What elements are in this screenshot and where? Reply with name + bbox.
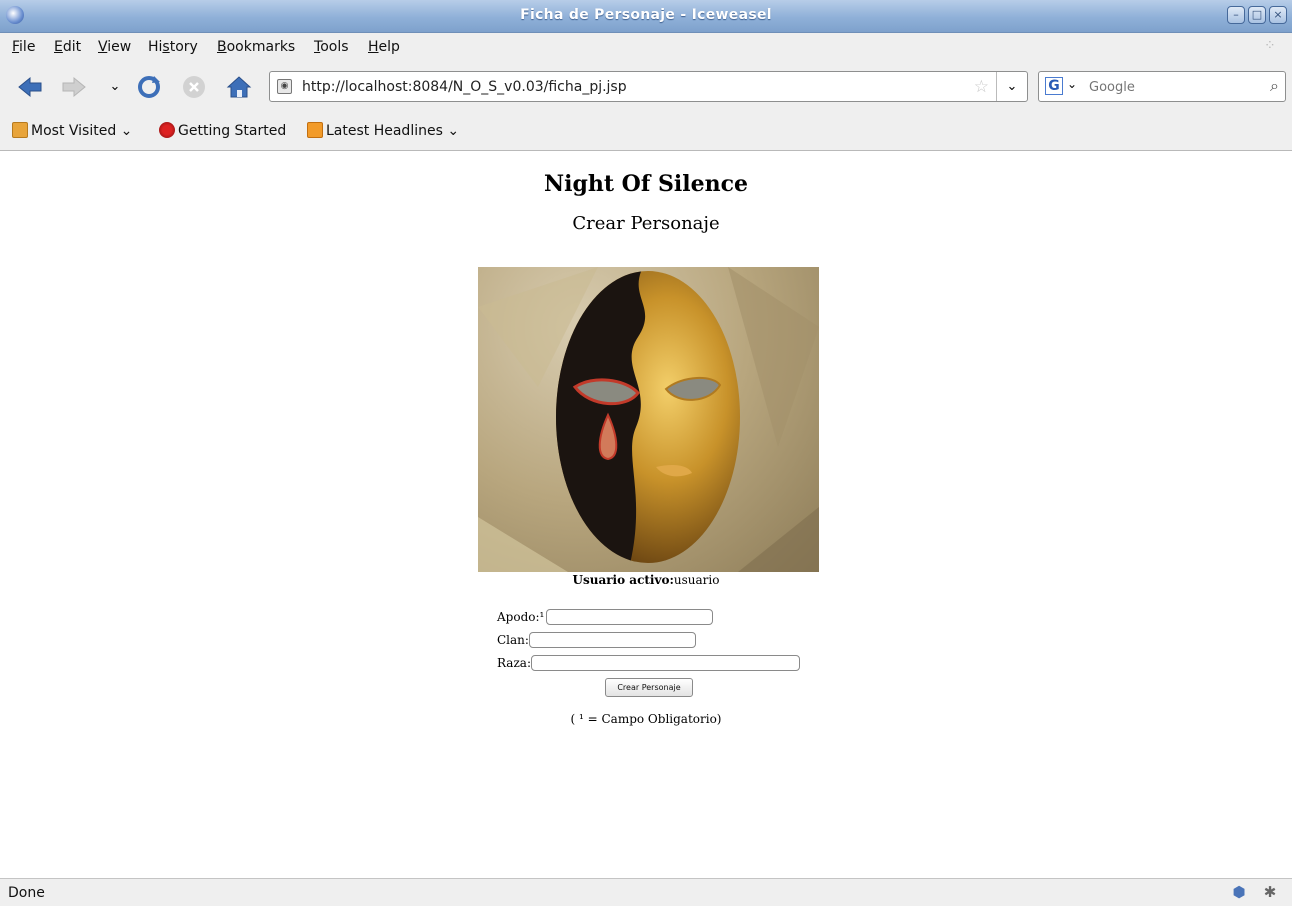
crear-personaje-button[interactable]: Crear Personaje <box>605 678 693 697</box>
bug-icon[interactable]: ✱ <box>1262 884 1278 900</box>
page-title: Night Of Silence <box>544 171 748 197</box>
apodo-input[interactable] <box>546 609 713 625</box>
home-button[interactable] <box>226 74 252 100</box>
apodo-row: Apodo:¹ <box>497 610 544 624</box>
window-title: Ficha de Personaje - Iceweasel <box>520 7 772 23</box>
bookmark-latest-headlines[interactable]: Latest Headlines ⌄ <box>307 122 459 139</box>
url-text[interactable]: http://localhost:8084/N_O_S_v0.03/ficha_… <box>302 79 627 95</box>
mask-image <box>478 267 819 572</box>
forward-arrow-icon <box>62 76 86 98</box>
url-dropdown-icon[interactable]: ⌄ <box>996 72 1027 101</box>
window-title-bar: Ficha de Personaje - Iceweasel – □ × <box>0 0 1292 33</box>
bookmark-getting-started[interactable]: Getting Started <box>159 122 286 139</box>
page-subtitle: Crear Personaje <box>572 213 720 234</box>
forward-button[interactable] <box>61 74 87 100</box>
folder-icon <box>12 122 28 138</box>
back-arrow-icon <box>18 76 42 98</box>
throbber-icon: ⁘ <box>1264 38 1276 54</box>
bookmark-most-visited[interactable]: Most Visited ⌄ <box>12 122 132 139</box>
raza-row: Raza: <box>497 656 531 670</box>
engine-dropdown-icon[interactable]: ⌄ <box>1067 77 1077 91</box>
reload-button[interactable] <box>136 74 162 100</box>
addon-cube-icon[interactable]: ⬢ <box>1231 884 1247 900</box>
stop-icon <box>183 76 205 98</box>
home-icon <box>226 76 252 98</box>
required-footnote: ( ¹ = Campo Obligatorio) <box>570 712 722 726</box>
clan-label: Clan: <box>497 633 529 647</box>
active-user-value: usuario <box>673 573 720 587</box>
raza-input[interactable] <box>531 655 800 671</box>
back-button[interactable] <box>17 74 43 100</box>
maximize-button[interactable]: □ <box>1248 6 1266 24</box>
menu-bookmarks[interactable]: Bookmarks <box>217 39 295 55</box>
active-user-label: Usuario activo: <box>572 573 674 587</box>
apodo-label: Apodo: <box>497 610 540 624</box>
raza-label: Raza: <box>497 656 531 670</box>
history-dropdown-icon[interactable]: ⌄ <box>102 74 128 100</box>
rss-feed-icon <box>307 122 323 138</box>
required-mark: ¹ <box>539 610 545 624</box>
search-magnifier-icon[interactable]: ⌕ <box>1270 76 1279 96</box>
menu-bar: File Edit View History Bookmarks Tools H… <box>0 33 1292 60</box>
clan-input[interactable] <box>529 632 696 648</box>
search-input[interactable] <box>1087 76 1251 98</box>
address-bar[interactable]: ◉ http://localhost:8084/N_O_S_v0.03/fich… <box>269 71 1028 102</box>
menu-edit[interactable]: Edit <box>54 39 81 55</box>
site-identity-icon[interactable]: ◉ <box>277 79 292 94</box>
minimize-button[interactable]: – <box>1227 6 1245 24</box>
navigation-toolbar: ⌄ ◉ http://localhost:8084/N_O_S_v0.03/fi… <box>0 60 1292 112</box>
menu-view[interactable]: View <box>98 39 131 55</box>
status-text: Done <box>8 885 45 901</box>
menu-history[interactable]: History <box>148 39 198 55</box>
status-bar: Done ⬢ ✱ <box>0 878 1292 906</box>
page-content: Night Of Silence Crear Personaje Usuario… <box>0 151 1292 878</box>
menu-help[interactable]: Help <box>368 39 400 55</box>
reload-icon <box>138 76 160 98</box>
menu-file[interactable]: File <box>12 39 35 55</box>
menu-tools[interactable]: Tools <box>314 39 349 55</box>
search-bar[interactable]: G ⌄ ⌕ <box>1038 71 1286 102</box>
bookmarks-toolbar: Most Visited ⌄ Getting Started Latest He… <box>0 112 1292 151</box>
debian-weasel-icon <box>159 122 175 138</box>
close-window-button[interactable]: × <box>1269 6 1287 24</box>
clan-row: Clan: <box>497 633 529 647</box>
active-user-line: Usuario activo:usuario <box>0 573 1292 587</box>
stop-button[interactable] <box>181 74 207 100</box>
google-engine-icon[interactable]: G <box>1045 77 1063 95</box>
bookmark-star-icon[interactable]: ☆ <box>974 77 989 97</box>
